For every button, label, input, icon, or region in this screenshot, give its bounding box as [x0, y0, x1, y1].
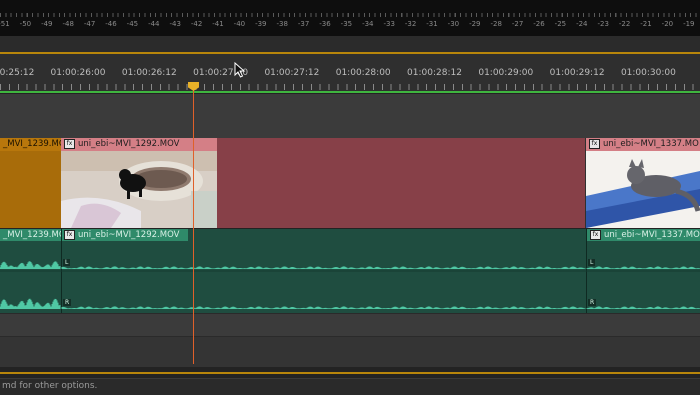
- meter-scale-label: -29: [469, 20, 481, 28]
- meter-scale-label: -38: [276, 20, 288, 28]
- clip-thumbnail: [586, 151, 700, 228]
- meter-scale-label: -33: [383, 20, 395, 28]
- meter-scale-label: -47: [83, 20, 96, 28]
- audio-track[interactable]: _MVI_1239.MOV fxuni_ebi~MVI_1292.MOV fxu…: [0, 229, 700, 313]
- track-scroll-bar[interactable]: [0, 372, 700, 374]
- ruler-timecode: 01:00:28:12: [407, 68, 462, 78]
- ruler-timecode: 01:00:26:00: [50, 68, 106, 78]
- meter-scale-label: -50: [19, 20, 32, 28]
- clip-name: _MVI_1239.MOV: [3, 139, 61, 149]
- meter-scale-label: -45: [126, 20, 139, 28]
- meter-scale-label: -39: [255, 20, 267, 28]
- meter-scale-label: -26: [533, 20, 545, 28]
- ruler-timecode: 01:00:29:12: [549, 68, 605, 78]
- status-bar: md for other options.: [0, 378, 700, 395]
- meter-scale-label: -35: [340, 20, 353, 28]
- audio-meter: -51 -50 -49 -48 -47 -46 -45 -44 -43 -42 -41 -40 -39 -…: [0, 0, 700, 36]
- meter-scale-label: -23: [597, 20, 609, 28]
- meter-scale-label: -28: [490, 20, 502, 28]
- status-text: md for other options.: [2, 381, 98, 391]
- waveform-channel: [0, 298, 61, 309]
- meter-scale-label: -41: [212, 20, 224, 28]
- mouse-cursor-icon: [234, 62, 246, 78]
- playhead-line[interactable]: [193, 86, 194, 364]
- clip-name: uni_ebi~MVI_1337.MO: [603, 139, 699, 149]
- fx-icon: fx: [64, 138, 75, 149]
- audio-track-empty[interactable]: [0, 313, 700, 336]
- meter-bar: [0, 36, 700, 54]
- ruler-timecode: 01:00:30:00: [620, 68, 676, 78]
- waveform-channel: [0, 261, 61, 269]
- waveform-channel: [61, 266, 586, 269]
- clip-body: [0, 151, 61, 228]
- meter-scale-label: -51: [0, 20, 10, 28]
- meter-scale-label: -27: [511, 20, 524, 28]
- meter-scale-label: -37: [297, 20, 310, 28]
- video-clip-1239[interactable]: _MVI_1239.MOV: [0, 138, 61, 228]
- meter-scale-label: -20: [661, 20, 674, 28]
- waveform-channel: [61, 306, 586, 309]
- video-track-empty[interactable]: [0, 94, 700, 139]
- meter-scale-label: -31: [426, 20, 438, 28]
- meter-scale-label: -48: [62, 20, 74, 28]
- work-area-bar[interactable]: [0, 91, 700, 93]
- cat-thumbnail-image: [586, 151, 700, 228]
- meter-scale-label: -46: [105, 20, 117, 28]
- ruler-timecode: 0:25:12: [0, 68, 35, 78]
- meter-scale-label: -22: [618, 20, 631, 28]
- video-clip-gap[interactable]: [217, 138, 585, 228]
- meter-scale-label: -19: [683, 20, 695, 28]
- meter-scale-label: -21: [640, 20, 652, 28]
- meter-scale-label: -25: [554, 20, 567, 28]
- ruler-timecode: 01:00:26:12: [121, 68, 177, 78]
- meter-scale-label: -43: [169, 20, 181, 28]
- clip-name: uni_ebi~MVI_1292.MOV: [78, 139, 180, 149]
- fx-icon: fx: [589, 138, 600, 149]
- waveform-channel: [586, 306, 700, 309]
- ruler-timecode: 01:00:29:00: [478, 68, 534, 78]
- meter-ticks: [0, 13, 700, 17]
- clip-header: _MVI_1239.MOV: [0, 138, 61, 151]
- audio-track-empty-2[interactable]: [0, 336, 700, 367]
- meter-scale-label: -42: [190, 20, 203, 28]
- meter-scale-label: -49: [41, 20, 53, 28]
- meter-scale-label: -24: [576, 20, 588, 28]
- meter-scale-label: -32: [404, 20, 417, 28]
- ruler-timecode: 01:00:28:00: [335, 68, 391, 78]
- video-clip-1337[interactable]: fx uni_ebi~MVI_1337.MO: [586, 138, 700, 228]
- ruler-ticks: [0, 84, 700, 90]
- meter-scale-label: -34: [362, 20, 374, 28]
- meter-scale-label: -44: [148, 20, 160, 28]
- clip-header: fx uni_ebi~MVI_1337.MO: [586, 138, 700, 151]
- meter-scale-label: -40: [233, 20, 246, 28]
- meter-scale: -51 -50 -49 -48 -47 -46 -45 -44 -43 -42 -41 -40 -39 -…: [0, 20, 700, 34]
- meter-scale-label: -30: [447, 20, 460, 28]
- video-track[interactable]: _MVI_1239.MOV fxuni_ebi~MVI_1292.MOV: [0, 138, 700, 228]
- ruler-timecode: 01:00:27:12: [264, 68, 320, 78]
- time-ruler[interactable]: 0:25:12 01:00:26:00 01:00:26:12 01:00:27:00…: [0, 54, 700, 93]
- audio-waveform: [0, 261, 700, 309]
- waveform-channel: [586, 266, 700, 269]
- meter-scale-label: -36: [319, 20, 331, 28]
